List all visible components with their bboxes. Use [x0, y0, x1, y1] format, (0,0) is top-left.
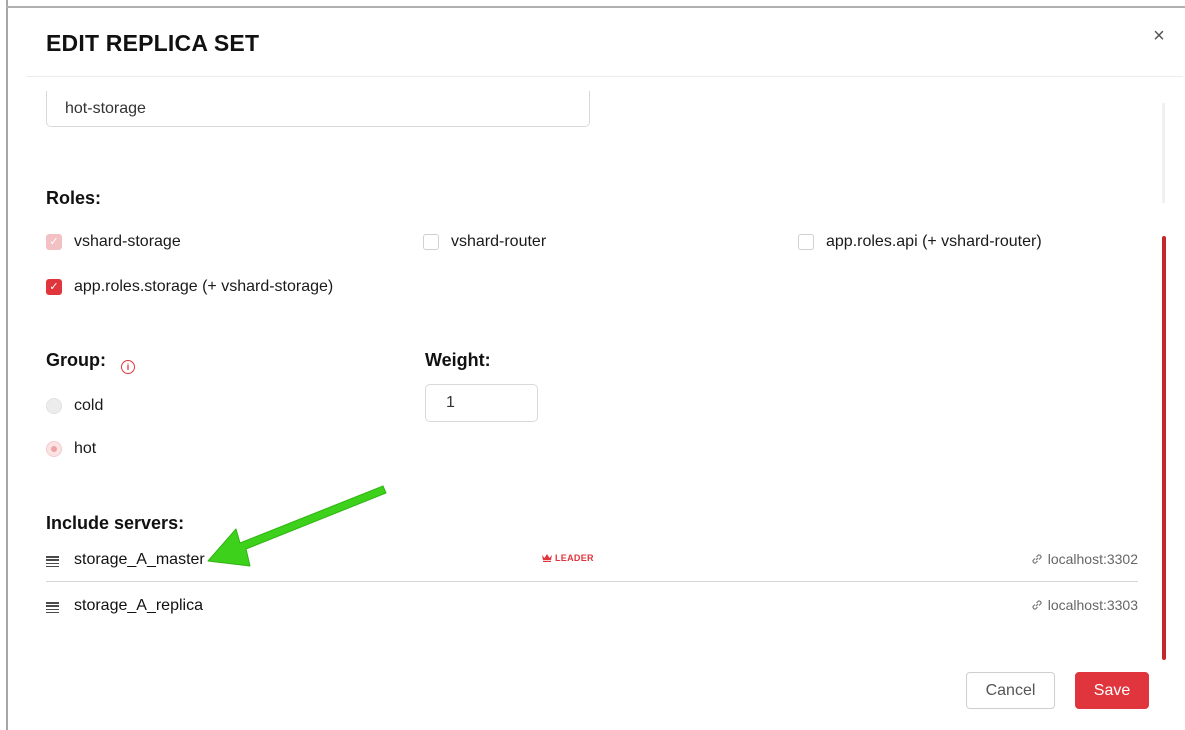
radio-circle [46, 441, 62, 457]
drag-handle-icon[interactable] [46, 602, 59, 614]
leader-badge-label: LEADER [555, 553, 594, 563]
crown-icon [542, 554, 552, 562]
role-label: vshard-storage [74, 233, 181, 250]
scrollbar-thumb[interactable] [1162, 236, 1166, 660]
server-row-divider [46, 581, 1138, 582]
radio-label: hot [74, 440, 97, 457]
scrollbar-track[interactable] [1162, 103, 1165, 203]
group-radio-cold[interactable]: cold [46, 397, 103, 415]
drag-handle-icon[interactable] [46, 556, 59, 568]
role-app-roles-api-checkbox[interactable]: app.roles.api (+ vshard-router) [798, 233, 1042, 251]
role-app-roles-storage-checkbox[interactable]: ✓ app.roles.storage (+ vshard-storage) [46, 278, 333, 296]
alias-input[interactable] [46, 91, 590, 127]
roles-label: Roles: [46, 188, 102, 208]
role-label: vshard-router [451, 233, 547, 250]
link-icon [1032, 600, 1042, 610]
dialog-title: EDIT REPLICA SET [46, 30, 260, 56]
role-vshard-storage-checkbox[interactable]: ✓ vshard-storage [46, 233, 181, 251]
info-icon[interactable]: i [121, 360, 135, 374]
role-vshard-router-checkbox[interactable]: vshard-router [423, 233, 546, 251]
header-divider [26, 76, 1183, 77]
server-name: storage_A_replica [74, 597, 203, 614]
server-row-storage-a-master[interactable]: storage_A_master LEADER localhost:3302 [46, 543, 1138, 579]
save-button[interactable]: Save [1075, 672, 1149, 709]
server-uri: localhost:3303 [1030, 597, 1138, 613]
link-icon [1032, 554, 1042, 564]
server-uri-text: localhost:3302 [1047, 551, 1138, 567]
weight-label: Weight: [425, 350, 491, 370]
check-icon: ✓ [46, 279, 62, 295]
checkbox-box [423, 234, 439, 250]
server-name: storage_A_master [74, 551, 205, 568]
leader-badge: LEADER [542, 553, 594, 563]
server-row-storage-a-replica[interactable]: storage_A_replica localhost:3303 [46, 589, 1138, 625]
check-icon: ✓ [46, 234, 62, 250]
role-label: app.roles.storage (+ vshard-storage) [74, 278, 334, 295]
server-uri: localhost:3302 [1030, 551, 1138, 567]
server-uri-text: localhost:3303 [1047, 597, 1138, 613]
group-radio-hot[interactable]: hot [46, 440, 96, 458]
radio-circle [46, 398, 62, 414]
weight-input[interactable] [425, 384, 538, 422]
include-servers-label: Include servers: [46, 513, 185, 533]
radio-label: cold [74, 397, 104, 414]
group-label: Group: [46, 350, 106, 370]
role-label: app.roles.api (+ vshard-router) [826, 233, 1042, 250]
checkbox-box [798, 234, 814, 250]
close-icon[interactable]: × [1149, 26, 1169, 46]
cancel-button[interactable]: Cancel [966, 672, 1055, 709]
edit-replica-set-dialog: EDIT REPLICA SET × Roles: ✓ vshard-stora… [8, 8, 1185, 730]
